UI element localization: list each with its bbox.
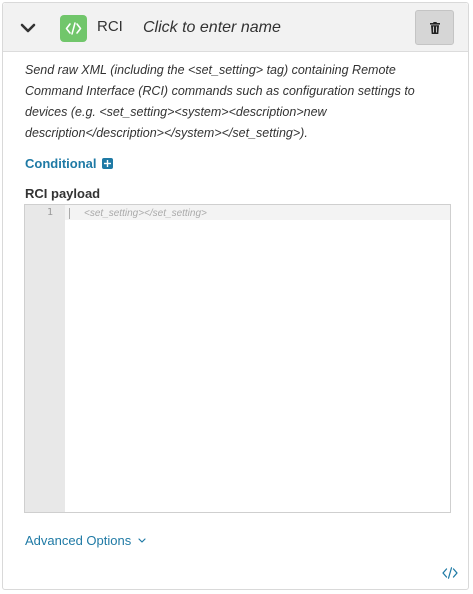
step-type-label: RCI (97, 18, 123, 35)
plus-square-icon (101, 158, 113, 169)
chevron-down-icon (138, 538, 146, 543)
view-source-icon[interactable] (442, 566, 458, 580)
conditional-toggle[interactable]: Conditional (25, 156, 113, 171)
rci-step-card: RCI Send raw XML (including the <set_set… (2, 2, 469, 590)
rci-payload-label: RCI payload (25, 186, 101, 201)
rci-type-badge (60, 15, 87, 42)
payload-placeholder: <set_setting></set_setting> (84, 208, 207, 219)
advanced-options-toggle[interactable]: Advanced Options (25, 533, 146, 548)
line-number: 1 (46, 207, 53, 218)
step-description: Send raw XML (including the <set_setting… (25, 63, 415, 140)
code-icon (65, 22, 82, 35)
line-number-gutter: 1 (25, 205, 65, 512)
chevron-down-icon (20, 23, 36, 33)
delete-button[interactable] (415, 10, 454, 45)
rci-payload-editor[interactable]: 1 <set_setting></set_setting> (24, 204, 451, 513)
trash-icon (429, 21, 440, 34)
conditional-label: Conditional (25, 156, 97, 171)
card-header: RCI (3, 3, 468, 52)
collapse-button[interactable] (17, 17, 39, 39)
advanced-options-label: Advanced Options (25, 533, 132, 548)
text-cursor (69, 208, 70, 219)
step-name-input[interactable] (143, 15, 393, 41)
